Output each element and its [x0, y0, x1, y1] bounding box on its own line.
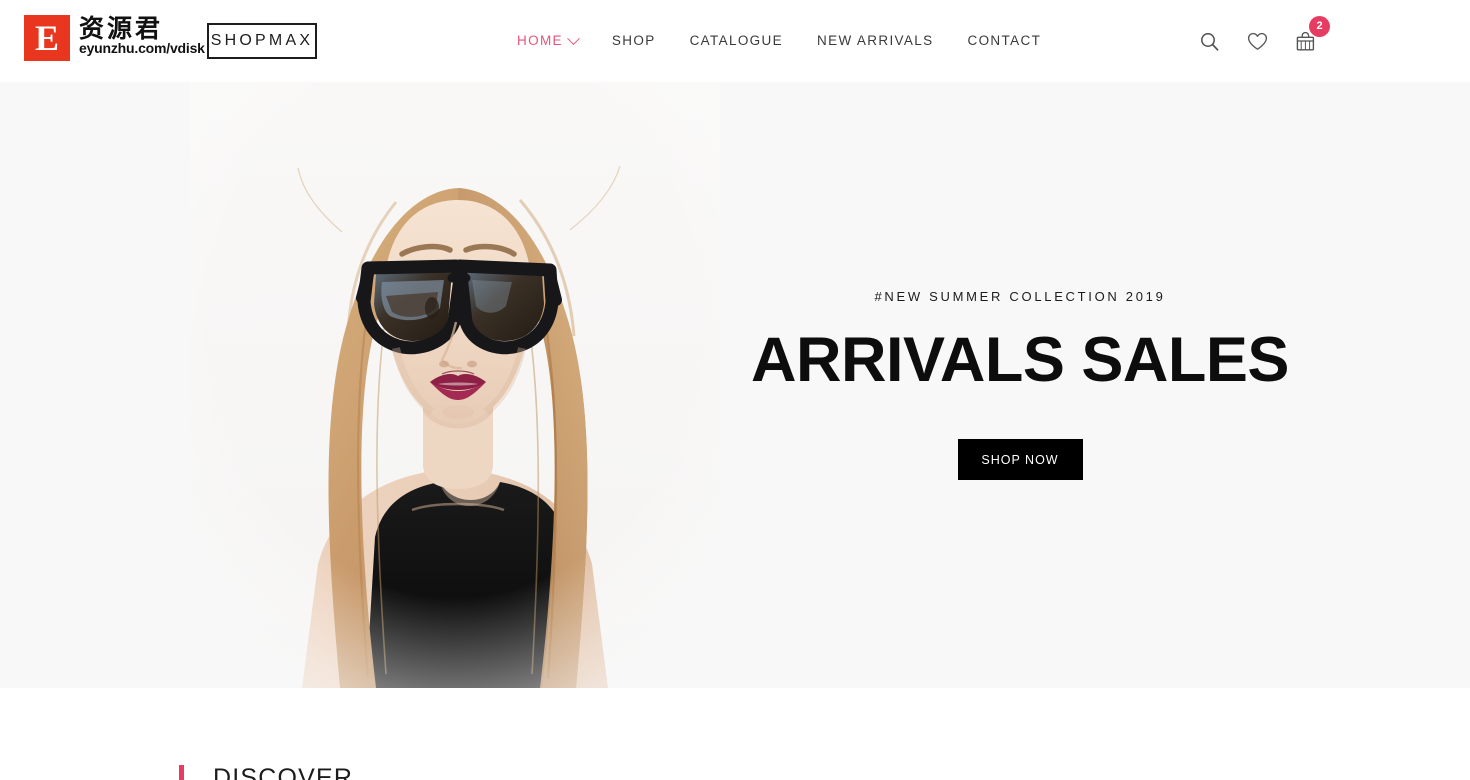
- nav-item-contact[interactable]: CONTACT: [950, 34, 1058, 48]
- accent-bar: [179, 765, 184, 780]
- nav-item-new-arrivals[interactable]: NEW ARRIVALS: [800, 34, 950, 48]
- nav-item-new-arrivals-label: NEW ARRIVALS: [817, 33, 934, 49]
- discover-title: DISCOVER: [213, 764, 354, 780]
- hero-eyebrow: #NEW SUMMER COLLECTION 2019: [874, 288, 1166, 304]
- chevron-down-icon: [567, 31, 580, 45]
- header-actions: 2: [1196, 0, 1330, 82]
- cart-button[interactable]: 2: [1292, 16, 1330, 54]
- shop-now-button[interactable]: SHOP NOW: [957, 439, 1083, 481]
- site-logo[interactable]: SHOPMAX: [207, 23, 317, 59]
- hero-section: #NEW SUMMER COLLECTION 2019 ARRIVALS SAL…: [0, 82, 1470, 688]
- site-logo-text: SHOPMAX: [210, 32, 314, 49]
- hero-model-image: [190, 82, 720, 688]
- search-button[interactable]: [1196, 28, 1222, 54]
- discover-heading-row: DISCOVER: [179, 764, 354, 780]
- nav-item-contact-label: CONTACT: [967, 33, 1042, 49]
- hero-headline: ARRIVALS SALES: [751, 324, 1289, 395]
- cart-count-badge: 2: [1309, 16, 1330, 37]
- nav-item-home-label: HOME: [517, 33, 563, 49]
- nav-item-catalogue-label: CATALOGUE: [689, 33, 783, 49]
- nav-item-catalogue[interactable]: CATALOGUE: [673, 34, 800, 48]
- page-root: SHOPMAX HOME SHOP CATALOGUE NEW ARRIVALS…: [0, 0, 1470, 780]
- heart-icon: [1247, 32, 1268, 51]
- hero-copy: #NEW SUMMER COLLECTION 2019 ARRIVALS SAL…: [720, 82, 1320, 688]
- site-header: SHOPMAX HOME SHOP CATALOGUE NEW ARRIVALS…: [0, 0, 1470, 82]
- search-icon: [1200, 32, 1219, 51]
- nav-item-shop-label: SHOP: [611, 33, 656, 49]
- wishlist-button[interactable]: [1244, 28, 1270, 54]
- discover-section: DISCOVER: [0, 688, 1470, 780]
- nav-item-shop[interactable]: SHOP: [595, 34, 673, 48]
- main-navigation: HOME SHOP CATALOGUE NEW ARRIVALS CONTACT: [500, 0, 1058, 82]
- nav-item-home[interactable]: HOME: [500, 31, 595, 49]
